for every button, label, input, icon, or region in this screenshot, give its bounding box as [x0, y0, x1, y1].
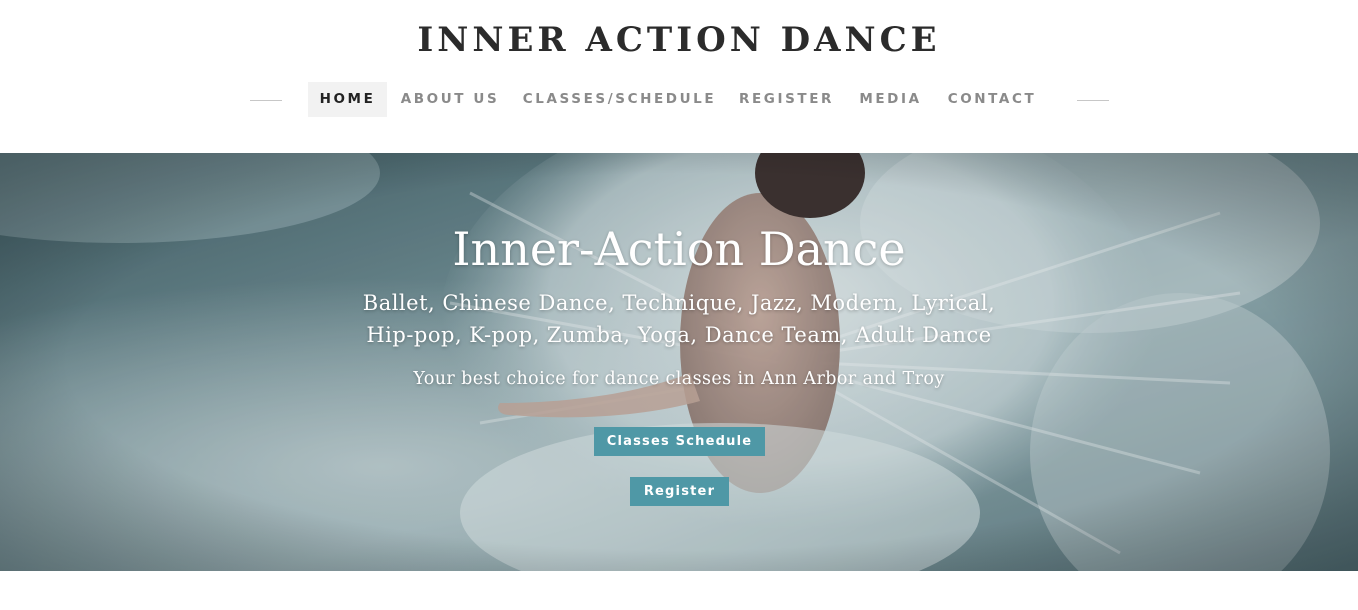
main-nav: HOME ABOUT US CLASSES/SCHEDULE REGISTER … — [0, 82, 1358, 118]
hero-background-image — [0, 153, 1358, 571]
nav-item-classes-schedule[interactable]: CLASSES/SCHEDULE — [520, 82, 719, 117]
nav-divider-right — [1077, 100, 1109, 101]
site-title[interactable]: INNER ACTION DANCE — [0, 18, 1358, 62]
nav-divider-left — [250, 100, 282, 101]
site-header: INNER ACTION DANCE HOME ABOUT US CLASSES… — [0, 0, 1358, 153]
hero-title: Inner-Action Dance — [452, 222, 906, 276]
nav-item-media[interactable]: MEDIA — [854, 82, 927, 117]
hero-subtitle-line-1: Ballet, Chinese Dance, Technique, Jazz, … — [362, 291, 996, 315]
nav-item-home[interactable]: HOME — [308, 82, 387, 117]
hero-tagline: Your best choice for dance classes in An… — [413, 369, 945, 389]
hero-banner: Inner-Action Dance Ballet, Chinese Dance… — [0, 153, 1358, 571]
hero-subtitle: Ballet, Chinese Dance, Technique, Jazz, … — [0, 287, 1358, 351]
nav-item-about-us[interactable]: ABOUT US — [397, 82, 503, 117]
nav-item-contact[interactable]: CONTACT — [943, 82, 1041, 117]
hero-subtitle-line-2: Hip-pop, K-pop, Zumba, Yoga, Dance Team,… — [366, 323, 992, 347]
nav-item-register[interactable]: REGISTER — [735, 82, 838, 117]
register-button[interactable]: Register — [630, 477, 729, 506]
page-content-start — [0, 571, 1358, 610]
classes-schedule-button[interactable]: Classes Schedule — [594, 427, 765, 456]
